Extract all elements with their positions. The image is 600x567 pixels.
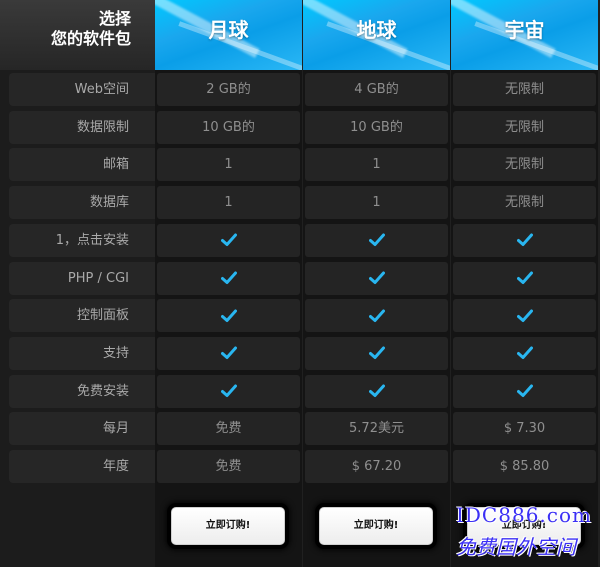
feature-label: 控制面板 bbox=[9, 299, 155, 333]
feature-cell bbox=[157, 336, 300, 370]
watermark: IDC886.com 免费国外空间 bbox=[450, 503, 600, 567]
feature-label: Web空间 bbox=[9, 73, 155, 106]
feature-label: 邮箱 bbox=[9, 148, 155, 182]
order-now-button[interactable]: 立即订购! bbox=[319, 507, 433, 545]
check-icon bbox=[516, 346, 533, 360]
feature-value: 10 GB的 bbox=[305, 110, 448, 144]
feature-label: 数据限制 bbox=[9, 110, 155, 144]
watermark-tagline: 免费国外空间 bbox=[456, 535, 576, 559]
check-icon bbox=[220, 346, 237, 360]
choose-package-line2: 您的软件包 bbox=[50, 29, 131, 48]
feature-cell bbox=[453, 336, 596, 370]
feature-cell bbox=[453, 223, 596, 257]
feature-value: 免费 bbox=[157, 412, 300, 446]
check-icon bbox=[368, 346, 385, 360]
feature-value: 1 bbox=[305, 186, 448, 220]
check-icon bbox=[516, 233, 533, 247]
check-icon bbox=[516, 309, 533, 323]
choose-package-line1: 选择 bbox=[98, 9, 131, 28]
plan-column: 地球 4 GB的 10 GB的 1 1 5.72美元 $ 67.20 立即订购! bbox=[303, 0, 450, 567]
feature-value: 无限制 bbox=[453, 110, 596, 144]
plan-name: 地球 bbox=[356, 18, 397, 42]
feature-value: 无限制 bbox=[453, 186, 596, 220]
check-icon bbox=[220, 271, 237, 285]
plan-header: 月球 bbox=[155, 0, 302, 70]
check-icon bbox=[368, 309, 385, 323]
feature-cell bbox=[305, 299, 448, 333]
check-icon bbox=[220, 233, 237, 247]
feature-cell bbox=[453, 261, 596, 295]
feature-label: PHP / CGI bbox=[9, 261, 155, 295]
feature-label: 支持 bbox=[9, 336, 155, 370]
feature-value: 4 GB的 bbox=[305, 73, 448, 106]
feature-label: 年度 bbox=[9, 450, 155, 483]
watermark-domain: IDC886.com bbox=[456, 503, 592, 527]
feature-value: 1 bbox=[157, 186, 300, 220]
feature-cell bbox=[305, 223, 448, 257]
plan-name: 宇宙 bbox=[504, 18, 545, 42]
feature-value: $ 7.30 bbox=[453, 412, 596, 446]
feature-value: 10 GB的 bbox=[157, 110, 300, 144]
feature-value: 5.72美元 bbox=[305, 412, 448, 446]
order-now-button[interactable]: 立即订购! bbox=[171, 507, 285, 545]
feature-value: 免费 bbox=[157, 450, 300, 483]
feature-cell bbox=[157, 261, 300, 295]
feature-value: 无限制 bbox=[453, 148, 596, 182]
feature-value: 2 GB的 bbox=[157, 73, 300, 106]
feature-value: 1 bbox=[305, 148, 448, 182]
feature-value: 1 bbox=[157, 148, 300, 182]
choose-package-title: 选择 您的软件包 bbox=[0, 0, 155, 70]
feature-label: 免费安装 bbox=[9, 374, 155, 408]
plan-column: 月球 2 GB的 10 GB的 1 1 免费 免费 立即订购! bbox=[155, 0, 302, 567]
plan-name: 月球 bbox=[208, 18, 249, 42]
plan-header: 地球 bbox=[303, 0, 450, 70]
plan-column: 宇宙 无限制 无限制 无限制 无限制 $ 7.30 $ 85.80 立即订购! bbox=[451, 0, 598, 567]
feature-cell bbox=[305, 336, 448, 370]
feature-cell bbox=[305, 374, 448, 408]
plan-header: 宇宙 bbox=[451, 0, 598, 70]
check-icon bbox=[220, 384, 237, 398]
check-icon bbox=[368, 271, 385, 285]
check-icon bbox=[516, 384, 533, 398]
check-icon bbox=[516, 271, 533, 285]
feature-cell bbox=[157, 223, 300, 257]
feature-cell bbox=[305, 261, 448, 295]
feature-label: 1，点击安装 bbox=[9, 223, 155, 257]
feature-cell bbox=[157, 374, 300, 408]
feature-label: 数据库 bbox=[9, 186, 155, 220]
feature-cell bbox=[157, 299, 300, 333]
check-icon bbox=[368, 384, 385, 398]
feature-value: 无限制 bbox=[453, 73, 596, 106]
feature-cell bbox=[453, 374, 596, 408]
feature-cell bbox=[453, 299, 596, 333]
feature-value: $ 85.80 bbox=[453, 450, 596, 483]
feature-label: 每月 bbox=[9, 412, 155, 446]
feature-value: $ 67.20 bbox=[305, 450, 448, 483]
check-icon bbox=[368, 233, 385, 247]
check-icon bbox=[220, 309, 237, 323]
